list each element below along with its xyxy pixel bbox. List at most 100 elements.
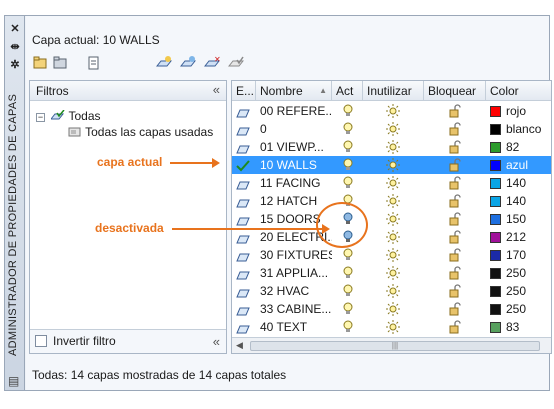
thaw-sun-icon[interactable] — [386, 174, 400, 192]
table-row[interactable]: 33 CABINE... 250 — [232, 300, 551, 318]
table-row[interactable]: 01 VIEWP... 82 — [232, 138, 551, 156]
delete-layer-icon[interactable]: ✕ — [204, 55, 220, 71]
color-swatch[interactable] — [490, 160, 501, 171]
layer-status-icon[interactable] — [236, 120, 250, 138]
unlock-icon[interactable] — [448, 246, 462, 264]
tree-item-all[interactable]: − Todas — [36, 109, 101, 123]
lightbulb-on-icon[interactable] — [343, 120, 353, 138]
layer-name[interactable]: 40 TEXT — [260, 318, 332, 336]
layer-status-icon[interactable] — [236, 300, 250, 318]
unlock-icon[interactable] — [448, 192, 462, 210]
color-swatch[interactable] — [490, 304, 501, 315]
close-icon[interactable]: ✕ — [8, 22, 22, 36]
thaw-sun-icon[interactable] — [386, 138, 400, 156]
lightbulb-on-icon[interactable] — [343, 318, 353, 336]
color-name[interactable]: 250 — [506, 300, 526, 318]
unlock-icon[interactable] — [448, 102, 462, 120]
unlock-icon[interactable] — [448, 138, 462, 156]
unlock-icon[interactable] — [448, 174, 462, 192]
column-freeze[interactable]: Inutilizar — [363, 81, 424, 101]
thaw-sun-icon[interactable] — [386, 102, 400, 120]
layer-status-icon[interactable] — [236, 174, 250, 192]
color-name[interactable]: azul — [506, 156, 528, 174]
layer-name[interactable]: 12 HATCH — [260, 192, 332, 210]
layer-name[interactable]: 33 CABINE... — [260, 300, 332, 318]
color-swatch[interactable] — [490, 106, 501, 117]
thaw-sun-icon[interactable] — [386, 282, 400, 300]
layer-name[interactable]: 10 WALLS — [260, 156, 332, 174]
lightbulb-on-icon[interactable] — [343, 300, 353, 318]
layer-name[interactable]: 11 FACING — [260, 174, 332, 192]
layer-name[interactable]: 00 REFERE... — [260, 102, 332, 120]
unlock-icon[interactable] — [448, 282, 462, 300]
column-name[interactable]: Nombre ▲ — [256, 81, 332, 101]
unlock-icon[interactable] — [448, 120, 462, 138]
color-name[interactable]: 212 — [506, 228, 526, 246]
lightbulb-on-icon[interactable] — [343, 156, 353, 174]
unlock-icon[interactable] — [448, 264, 462, 282]
layer-status-icon[interactable] — [236, 210, 250, 228]
color-swatch[interactable] — [490, 124, 501, 135]
tree-item-used-layers[interactable]: Todas las capas usadas — [68, 125, 213, 139]
color-swatch[interactable] — [490, 214, 501, 225]
collapse-filters-bottom-icon[interactable]: « — [213, 334, 220, 349]
column-color[interactable]: Color — [486, 81, 551, 101]
thaw-sun-icon[interactable] — [386, 246, 400, 264]
dock-icon[interactable]: ⇹ — [8, 40, 22, 54]
thaw-sun-icon[interactable] — [386, 210, 400, 228]
unlock-icon[interactable] — [448, 228, 462, 246]
layer-status-icon[interactable] — [236, 228, 250, 246]
table-row[interactable]: 12 HATCH 140 — [232, 192, 551, 210]
table-row[interactable]: 20 ELECTRI... 212 — [232, 228, 551, 246]
table-row[interactable]: 40 TEXT 83 — [232, 318, 551, 336]
invert-filter-checkbox[interactable] — [35, 335, 47, 347]
layer-name[interactable]: 30 FIXTURES — [260, 246, 332, 264]
layer-status-icon[interactable] — [236, 282, 250, 300]
table-row[interactable]: 30 FIXTURES 170 — [232, 246, 551, 264]
settings-icon[interactable]: ✲ — [8, 58, 22, 72]
color-name[interactable]: 150 — [506, 210, 526, 228]
color-name[interactable]: 83 — [506, 318, 519, 336]
layer-status-icon[interactable] — [236, 192, 250, 210]
column-lock[interactable]: Bloquear — [424, 81, 486, 101]
color-swatch[interactable] — [490, 322, 501, 333]
lightbulb-on-icon[interactable] — [343, 264, 353, 282]
color-swatch[interactable] — [490, 232, 501, 243]
color-swatch[interactable] — [490, 142, 501, 153]
color-swatch[interactable] — [490, 268, 501, 279]
layer-status-icon[interactable] — [236, 102, 250, 120]
color-name[interactable]: rojo — [506, 102, 526, 120]
color-name[interactable]: 170 — [506, 246, 526, 264]
color-swatch[interactable] — [490, 250, 501, 261]
lightbulb-on-icon[interactable] — [343, 282, 353, 300]
layer-status-icon[interactable] — [236, 318, 250, 336]
table-row[interactable]: 10 WALLS azul — [232, 156, 551, 174]
layer-status-icon[interactable] — [236, 138, 250, 156]
thaw-sun-icon[interactable] — [386, 228, 400, 246]
lightbulb-on-icon[interactable] — [343, 174, 353, 192]
scroll-left-icon[interactable]: ◀ — [236, 340, 243, 351]
scroll-thumb[interactable]: ||| — [250, 341, 540, 351]
lightbulb-on-icon[interactable] — [343, 102, 353, 120]
layer-name[interactable]: 32 HVAC — [260, 282, 332, 300]
table-row[interactable]: 32 HVAC 250 — [232, 282, 551, 300]
color-name[interactable]: 250 — [506, 282, 526, 300]
thaw-sun-icon[interactable] — [386, 300, 400, 318]
table-row[interactable]: 00 REFERE... rojo — [232, 102, 551, 120]
table-row[interactable]: 31 APPLIA... 250 — [232, 264, 551, 282]
layer-name[interactable]: 0 — [260, 120, 332, 138]
thaw-sun-icon[interactable] — [386, 318, 400, 336]
tree-expander-icon[interactable]: − — [36, 113, 45, 122]
color-name[interactable]: 250 — [506, 264, 526, 282]
unlock-icon[interactable] — [448, 318, 462, 336]
lightbulb-on-icon[interactable] — [343, 246, 353, 264]
table-row[interactable]: 11 FACING 140 — [232, 174, 551, 192]
group-filter-icon[interactable] — [52, 55, 68, 71]
new-layer-vp-frozen-icon[interactable] — [180, 55, 196, 71]
layer-status-icon[interactable] — [236, 264, 250, 282]
thaw-sun-icon[interactable] — [386, 156, 400, 174]
color-swatch[interactable] — [490, 196, 501, 207]
unlock-icon[interactable] — [448, 210, 462, 228]
lightbulb-on-icon[interactable] — [343, 138, 353, 156]
states-manager-icon[interactable] — [86, 55, 102, 71]
